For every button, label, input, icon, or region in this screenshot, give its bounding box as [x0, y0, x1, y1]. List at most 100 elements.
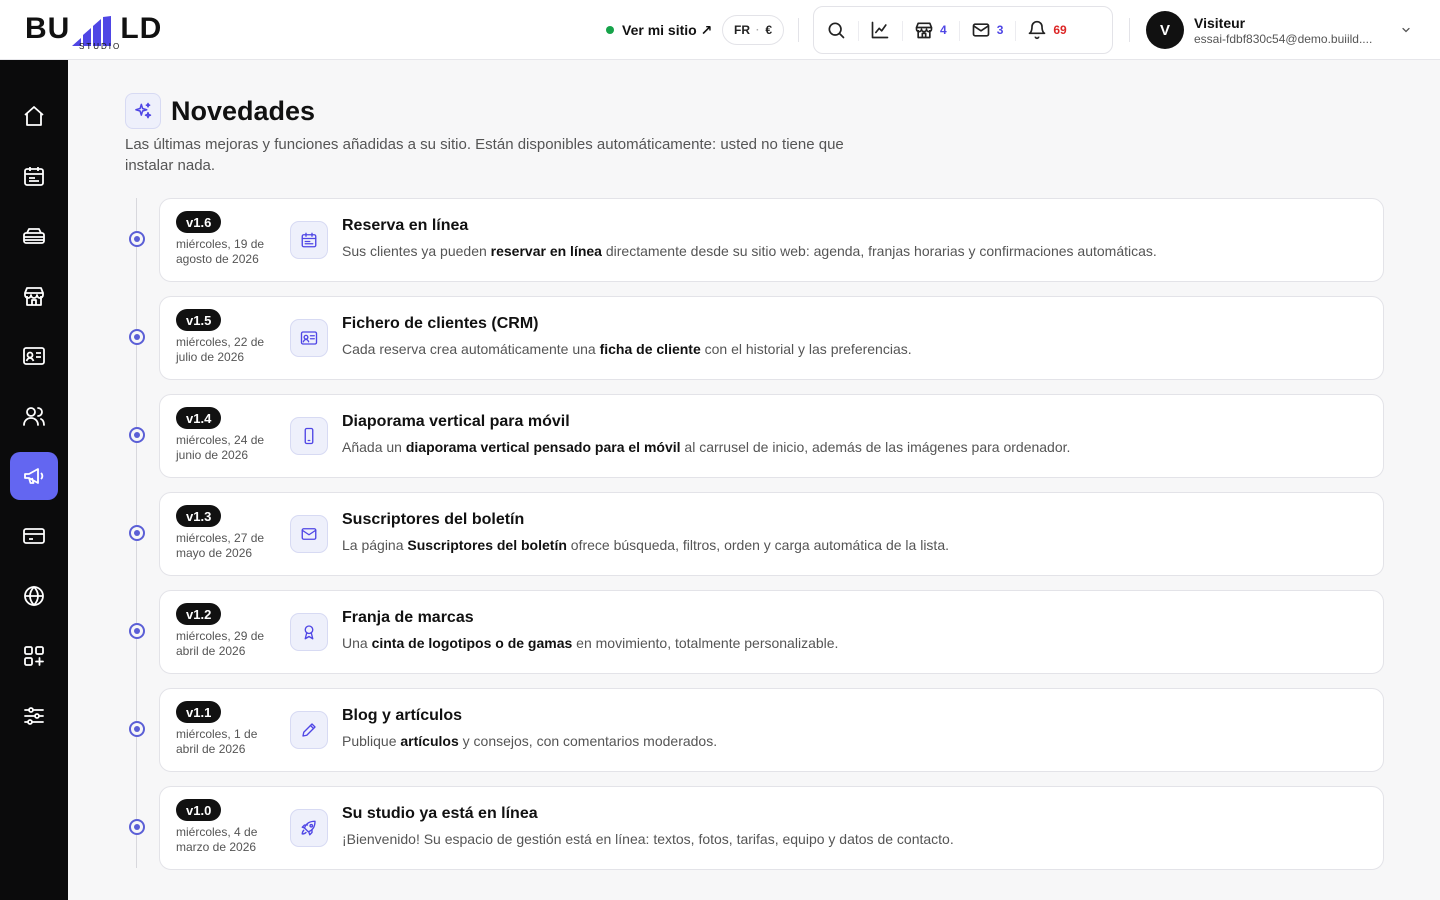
- messages-button[interactable]: 3: [958, 7, 1016, 53]
- release-date: miércoles, 1 de abril de 2026: [176, 727, 258, 756]
- sidebar-item-clients[interactable]: [10, 332, 58, 380]
- notifications-button[interactable]: 69: [1015, 7, 1078, 53]
- timeline-dot: [129, 329, 145, 345]
- apps-plus-icon: [24, 646, 44, 666]
- sidebar: [0, 60, 68, 900]
- calendar-icon: [24, 167, 44, 186]
- calendar-icon: [301, 232, 317, 248]
- store-icon: [24, 287, 44, 306]
- view-site-label: Ver mi sitio ↗: [622, 21, 713, 38]
- sidebar-item-website[interactable]: [10, 572, 58, 620]
- sidebar-item-store[interactable]: [10, 272, 58, 320]
- feature-description: Añada un diaporama vertical pensado para…: [342, 439, 1070, 455]
- version-badge: v1.4: [176, 407, 222, 429]
- timeline-dot: [129, 623, 145, 639]
- user-name: Visiteur: [1194, 14, 1246, 31]
- megaphone-icon: [24, 468, 44, 484]
- sidebar-item-team[interactable]: [10, 392, 58, 440]
- logo-text-left: BU: [25, 12, 71, 45]
- release-card: v1.2 miércoles, 29 de abril de 2026 Franja…: [159, 590, 1384, 674]
- header-divider: [798, 18, 799, 42]
- award-icon: [304, 625, 314, 640]
- locale-selector[interactable]: FR · €: [722, 15, 784, 45]
- header-toolbar: 4 3 69: [813, 6, 1113, 54]
- online-status-dot: [606, 26, 614, 34]
- sidebar-item-payments[interactable]: [10, 512, 58, 560]
- logo-subtitle: STUDIO: [79, 42, 122, 51]
- build-studio-logo[interactable]: BU LD STUDIO: [25, 8, 185, 52]
- version-badge: v1.0: [176, 799, 222, 821]
- user-menu[interactable]: V Visiteur essai-fdbf830c54@demo.buiild.…: [1146, 10, 1416, 50]
- page-title: Novedades: [171, 96, 316, 126]
- release-card: v1.1 miércoles, 1 de abril de 2026 Blog y …: [159, 688, 1384, 772]
- release-card: v1.5 miércoles, 22 de julio de 2026 Ficher…: [159, 296, 1384, 380]
- feature-title: Blog y artículos: [342, 707, 463, 724]
- mail-icon: [972, 23, 990, 37]
- feature-description: La página Suscriptores del boletín ofrec…: [342, 537, 949, 553]
- release-card: v1.0 miércoles, 4 de marzo de 2026 Su stud…: [159, 786, 1384, 870]
- feature-description: Cada reserva crea automáticamente una fi…: [342, 341, 912, 357]
- feature-description-text: La página: [342, 537, 408, 553]
- feature-title: Fichero de clientes (CRM): [342, 315, 539, 332]
- feature-title: Diaporama vertical para móvil: [342, 413, 570, 430]
- feature-description-highlight: artículos: [400, 733, 459, 749]
- feature-description-text: en movimiento, totalmente personalizable…: [572, 635, 839, 651]
- sidebar-item-announcements[interactable]: [10, 452, 58, 500]
- release-date: miércoles, 4 de marzo de 2026: [176, 825, 258, 854]
- home-icon: [24, 106, 44, 126]
- timeline-dot: [129, 525, 145, 541]
- sidebar-item-home[interactable]: [10, 92, 58, 140]
- feature-description-text: Añada un: [342, 439, 406, 455]
- analytics-button[interactable]: [858, 7, 902, 53]
- timeline-dot: [129, 721, 145, 737]
- feature-icon-badge: [290, 809, 328, 847]
- feature-description-highlight: Suscriptores del boletín: [407, 537, 567, 553]
- feature-icon-badge: [290, 319, 328, 357]
- feature-icon-badge: [290, 417, 328, 455]
- feature-description-highlight: cinta de logotipos o de gamas: [371, 635, 573, 651]
- globe-icon: [24, 585, 44, 607]
- feature-title: Reserva en línea: [342, 217, 469, 234]
- store-icon: [915, 22, 933, 39]
- locale-separator: ·: [755, 24, 760, 36]
- users-icon: [23, 407, 45, 426]
- release-date: miércoles, 22 de julio de 2026: [176, 335, 265, 364]
- page-description: Las últimas mejoras y funciones añadidas…: [125, 136, 844, 174]
- search-icon: [828, 22, 845, 39]
- timeline-dot: [129, 819, 145, 835]
- feature-description-text: ¡Bienvenido! Su espacio de gestión está …: [342, 831, 954, 847]
- version-badge: v1.1: [176, 701, 222, 723]
- search-button[interactable]: [814, 7, 858, 53]
- feature-icon-badge: [290, 711, 328, 749]
- feature-title: Suscriptores del boletín: [342, 511, 525, 528]
- messages-count-badge: 3: [996, 23, 1004, 37]
- avatar: V: [1146, 11, 1184, 49]
- sparkles-icon: [135, 102, 152, 119]
- release-date: miércoles, 29 de abril de 2026: [176, 629, 265, 658]
- shop-button[interactable]: 4: [902, 7, 959, 53]
- chart-line-icon: [871, 21, 889, 39]
- release-date: miércoles, 24 de junio de 2026: [176, 433, 265, 462]
- mail-icon: [301, 528, 317, 540]
- feature-description-highlight: reservar en línea: [490, 243, 602, 259]
- chevron-down-icon: [1402, 27, 1410, 33]
- feature-description-text: Cada reserva crea automáticamente una: [342, 341, 600, 357]
- smartphone-icon: [304, 427, 314, 445]
- feature-description-text: al carrusel de inicio, además de las imá…: [680, 439, 1071, 455]
- view-site-link[interactable]: Ver mi sitio ↗: [606, 18, 712, 42]
- sparkles-badge: [125, 93, 161, 129]
- bell-icon: [1029, 20, 1046, 40]
- id-card-icon: [300, 331, 318, 345]
- release-card: v1.4 miércoles, 24 de junio de 2026 Diapor…: [159, 394, 1384, 478]
- sidebar-item-services[interactable]: [10, 212, 58, 260]
- feature-title: Franja de marcas: [342, 609, 474, 626]
- sidebar-item-apps[interactable]: [10, 632, 58, 680]
- timeline-dot: [129, 427, 145, 443]
- services-icon: [23, 228, 45, 244]
- currency-symbol: €: [765, 23, 773, 37]
- header-divider: [1129, 18, 1130, 42]
- sidebar-item-calendar[interactable]: [10, 152, 58, 200]
- sidebar-item-settings[interactable]: [10, 692, 58, 740]
- release-card: v1.6 miércoles, 19 de agosto de 2026 Reser…: [159, 198, 1384, 282]
- feature-description-text: Una: [342, 635, 372, 651]
